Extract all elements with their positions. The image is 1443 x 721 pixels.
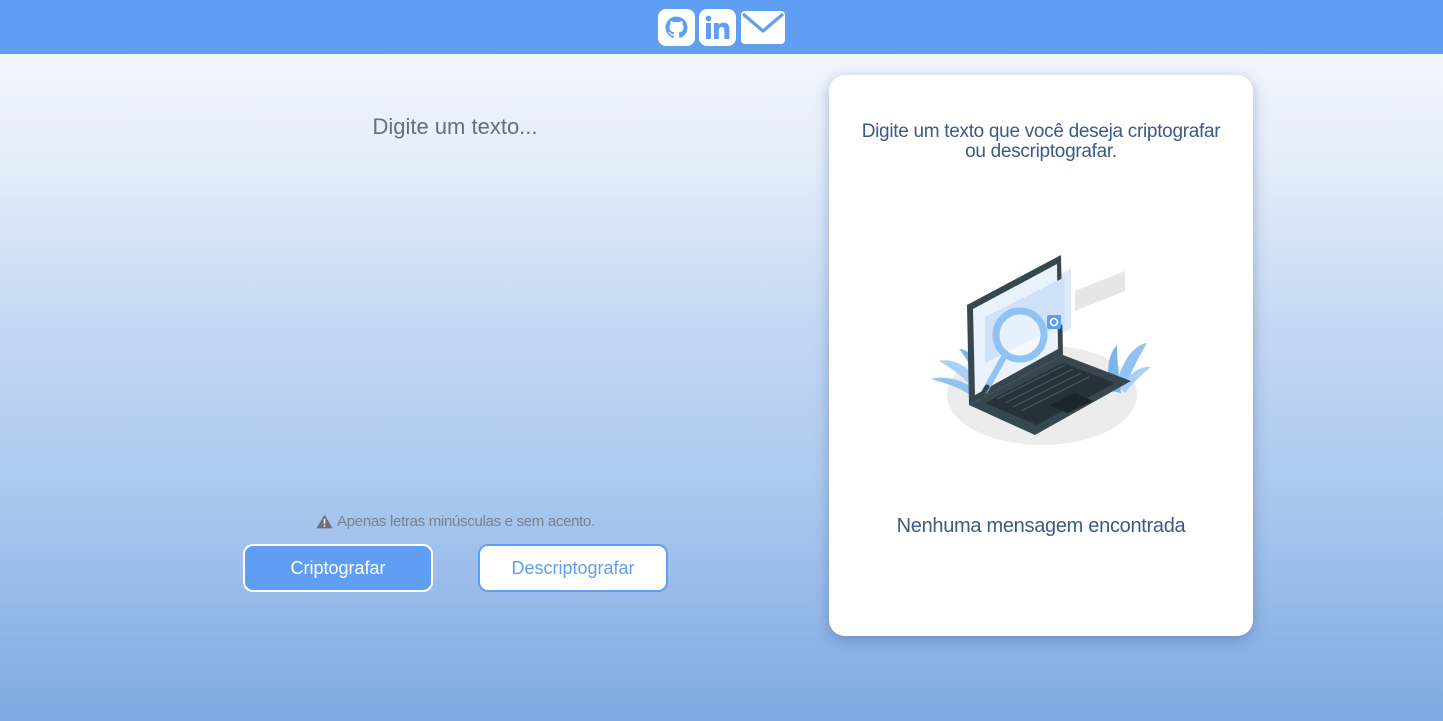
email-link[interactable]	[740, 9, 786, 46]
warning-icon	[316, 514, 333, 529]
top-bar	[0, 0, 1443, 54]
mail-icon	[740, 10, 785, 44]
output-card: Digite um texto que você deseja criptogr…	[829, 75, 1253, 636]
decrypt-button[interactable]: Descriptografar	[478, 544, 668, 592]
output-card-title: Digite um texto que você deseja criptogr…	[861, 121, 1221, 162]
empty-message: Nenhuma mensagem encontrada	[896, 515, 1186, 537]
message-input[interactable]	[200, 100, 710, 490]
linkedin-icon	[698, 8, 736, 46]
github-icon	[657, 8, 695, 46]
laptop-search-illustration	[931, 255, 1151, 445]
github-link[interactable]	[657, 8, 695, 46]
encrypt-button[interactable]: Criptografar	[243, 544, 433, 592]
text-input-area	[200, 100, 710, 490]
linkedin-link[interactable]	[698, 8, 736, 46]
input-warning: Apenas letras minúsculas e sem acento.	[243, 513, 668, 530]
warning-text: Apenas letras minúsculas e sem acento.	[337, 513, 595, 530]
